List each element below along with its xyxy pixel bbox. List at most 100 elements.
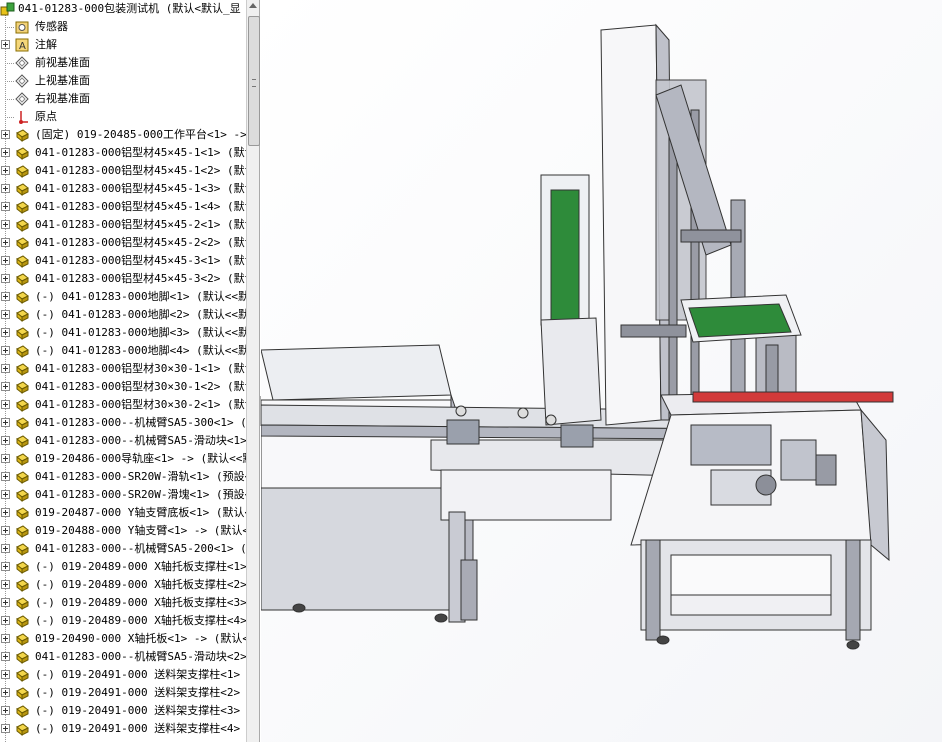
expand-plus-icon[interactable] (1, 382, 10, 391)
expand-plus-icon[interactable] (1, 634, 10, 643)
tree-item[interactable]: (-) 019-20491-000 送料架支撑柱<1> ( (0, 666, 246, 684)
tree-item[interactable]: 041-01283-000铝型材45×45-1<1> (默认 (0, 144, 246, 162)
tree-item-label: (-) 019-20491-000 送料架支撑柱<1> ( (35, 668, 246, 681)
part-icon (16, 507, 29, 521)
tree-item-label: 041-01283-000-SR20W-滑塊<1> (預設<< (35, 488, 246, 501)
expand-plus-icon[interactable] (1, 490, 10, 499)
expand-plus-icon[interactable] (1, 184, 10, 193)
tree-item[interactable]: 041-01283-000铝型材30×30-1<2> (默认 (0, 378, 246, 396)
expand-plus-icon[interactable] (1, 544, 10, 553)
expand-plus-icon[interactable] (1, 292, 10, 301)
annotation-icon: A (15, 38, 29, 52)
tree-item[interactable]: 019-20490-000 X轴托板<1> -> (默认<< (0, 630, 246, 648)
expand-plus-icon[interactable] (1, 202, 10, 211)
tree-item[interactable]: 右视基准面 (0, 90, 246, 108)
part-icon (16, 489, 29, 503)
tree-item[interactable]: 019-20487-000 Y轴支臂底板<1> (默认<< (0, 504, 246, 522)
tree-item[interactable]: 041-01283-000铝型材45×45-1<3> (默认 (0, 180, 246, 198)
part-icon (16, 273, 29, 287)
tree-item[interactable]: 041-01283-000铝型材30×30-2<1> (默认 (0, 396, 246, 414)
expand-plus-icon[interactable] (1, 688, 10, 697)
expand-plus-icon[interactable] (1, 436, 10, 445)
tree-item-label: 右视基准面 (35, 92, 90, 105)
expand-plus-icon[interactable] (1, 670, 10, 679)
expand-plus-icon[interactable] (1, 148, 10, 157)
expand-plus-icon[interactable] (1, 166, 10, 175)
tree-item-label: 041-01283-000铝型材45×45-1<3> (默认 (35, 182, 246, 195)
tree-item[interactable]: 041-01283-000--机械臂SA5-200<1> (默 (0, 540, 246, 558)
expand-plus-icon[interactable] (1, 328, 10, 337)
tree-item[interactable]: 041-01283-000铝型材45×45-1<2> (默认 (0, 162, 246, 180)
tree-item[interactable]: 041-01283-000铝型材30×30-1<1> (默认 (0, 360, 246, 378)
tree-item[interactable]: (-) 019-20489-000 X轴托板支撑柱<1> ( (0, 558, 246, 576)
tree-item[interactable]: 041-01283-000铝型材45×45-3<2> (默认 (0, 270, 246, 288)
tree-connector (5, 99, 14, 100)
tree-item[interactable]: 041-01283-000铝型材45×45-1<4> (默认 (0, 198, 246, 216)
tree-item[interactable]: 041-01283-000铝型材45×45-3<1> (默认 (0, 252, 246, 270)
tree-item[interactable]: (-) 019-20491-000 送料架支撑柱<4> ( (0, 720, 246, 738)
tree-item[interactable]: (-) 019-20489-000 X轴托板支撑柱<2> ( (0, 576, 246, 594)
expand-plus-icon[interactable] (1, 724, 10, 733)
expand-plus-icon[interactable] (1, 130, 10, 139)
part-icon (16, 525, 29, 539)
scroll-up-arrow-icon[interactable] (249, 3, 257, 8)
expand-plus-icon[interactable] (1, 508, 10, 517)
tree-item-label: 041-01283-000--机械臂SA5-滑动块<1> (35, 434, 246, 447)
tree-item[interactable]: 019-20486-000导轨座<1> -> (默认<<默 (0, 450, 246, 468)
tree-item-label: (-) 041-01283-000地脚<3> (默认<<默认 (35, 326, 246, 339)
tree-item-label: (-) 019-20489-000 X轴托板支撑柱<2> ( (35, 578, 246, 591)
tree-root-item[interactable]: 041-01283-000包装测试机 (默认<默认_显 (0, 0, 246, 18)
part-icon (16, 255, 29, 269)
tree-item[interactable]: 019-20488-000 Y轴支臂<1> -> (默认<< (0, 522, 246, 540)
graphics-viewport[interactable] (260, 0, 942, 742)
tree-item-label: (-) 019-20491-000 送料架支撑柱<4> ( (35, 722, 246, 735)
expand-plus-icon[interactable] (1, 472, 10, 481)
tree-item[interactable]: 原点 (0, 108, 246, 126)
expand-plus-icon[interactable] (1, 40, 10, 49)
expand-plus-icon[interactable] (1, 706, 10, 715)
scroll-thumb[interactable] (248, 16, 260, 146)
feature-manager-tree: 041-01283-000包装测试机 (默认<默认_显 传感器 A 注解 前视基准面上… (0, 0, 246, 742)
tree-item[interactable]: A 注解 (0, 36, 246, 54)
expand-plus-icon[interactable] (1, 238, 10, 247)
sensor-folder-icon (15, 21, 29, 34)
tree-item[interactable]: 上视基准面 (0, 72, 246, 90)
tree-item[interactable]: 041-01283-000--机械臂SA5-300<1> (默认 (0, 414, 246, 432)
expand-plus-icon[interactable] (1, 652, 10, 661)
tree-item[interactable]: (固定) 019-20485-000工作平台<1> -> (0, 126, 246, 144)
expand-plus-icon[interactable] (1, 580, 10, 589)
expand-plus-icon[interactable] (1, 274, 10, 283)
expand-plus-icon[interactable] (1, 256, 10, 265)
expand-plus-icon[interactable] (1, 616, 10, 625)
expand-plus-icon[interactable] (1, 400, 10, 409)
tree-item[interactable]: 041-01283-000--机械臂SA5-滑动块<1> (0, 432, 246, 450)
tree-item[interactable]: 041-01283-000铝型材45×45-2<2> (默认 (0, 234, 246, 252)
tree-scrollbar[interactable] (246, 0, 260, 742)
expand-plus-icon[interactable] (1, 418, 10, 427)
part-icon (16, 309, 29, 323)
tree-item[interactable]: 前视基准面 (0, 54, 246, 72)
expand-plus-icon[interactable] (1, 454, 10, 463)
tree-item[interactable]: (-) 041-01283-000地脚<2> (默认<<默认 (0, 306, 246, 324)
expand-plus-icon[interactable] (1, 364, 10, 373)
expand-plus-icon[interactable] (1, 310, 10, 319)
tree-item[interactable]: (-) 019-20489-000 X轴托板支撑柱<3> ( (0, 594, 246, 612)
tree-item[interactable]: 041-01283-000铝型材45×45-2<1> (默认 (0, 216, 246, 234)
tree-item[interactable]: (-) 041-01283-000地脚<1> (默认<<默认 (0, 288, 246, 306)
tree-item[interactable]: 传感器 (0, 18, 246, 36)
tree-item[interactable]: 041-01283-000-SR20W-滑塊<1> (預設<< (0, 486, 246, 504)
expand-plus-icon[interactable] (1, 526, 10, 535)
tree-item[interactable]: 041-01283-000-SR20W-滑轨<1> (预設<< (0, 468, 246, 486)
tree-item[interactable]: (-) 041-01283-000地脚<4> (默认<<默认 (0, 342, 246, 360)
expand-plus-icon[interactable] (1, 220, 10, 229)
tree-item[interactable]: (-) 019-20491-000 送料架支撑柱<3> ( (0, 702, 246, 720)
tree-item[interactable]: (-) 019-20489-000 X轴托板支撑柱<4> ( (0, 612, 246, 630)
tree-item[interactable]: (-) 041-01283-000地脚<3> (默认<<默认 (0, 324, 246, 342)
tree-item[interactable]: 041-01283-000--机械臂SA5-滑动块<2> (0, 648, 246, 666)
part-icon (16, 471, 29, 485)
tree-item[interactable]: (-) 019-20491-000 送料架支撑柱<2> ( (0, 684, 246, 702)
expand-plus-icon[interactable] (1, 562, 10, 571)
expand-plus-icon[interactable] (1, 346, 10, 355)
expand-plus-icon[interactable] (1, 598, 10, 607)
tree-item-label: (-) 041-01283-000地脚<2> (默认<<默认 (35, 308, 246, 321)
